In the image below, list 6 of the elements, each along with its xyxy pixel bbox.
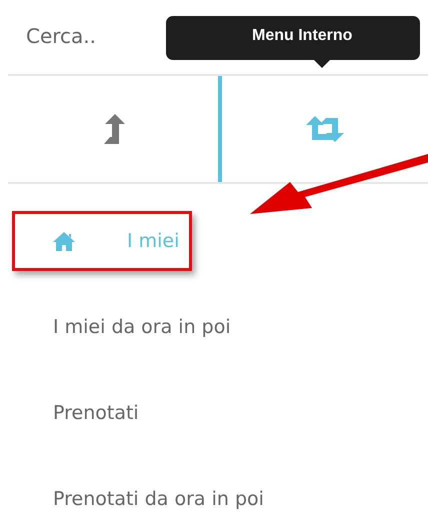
tooltip-pointer <box>314 60 330 68</box>
turn-up-arrow-icon <box>104 114 126 144</box>
repeat-icon <box>306 115 344 143</box>
tooltip: Menu Interno <box>166 16 420 60</box>
home-icon <box>53 232 75 250</box>
search-field[interactable]: Cerca.. <box>16 14 166 48</box>
